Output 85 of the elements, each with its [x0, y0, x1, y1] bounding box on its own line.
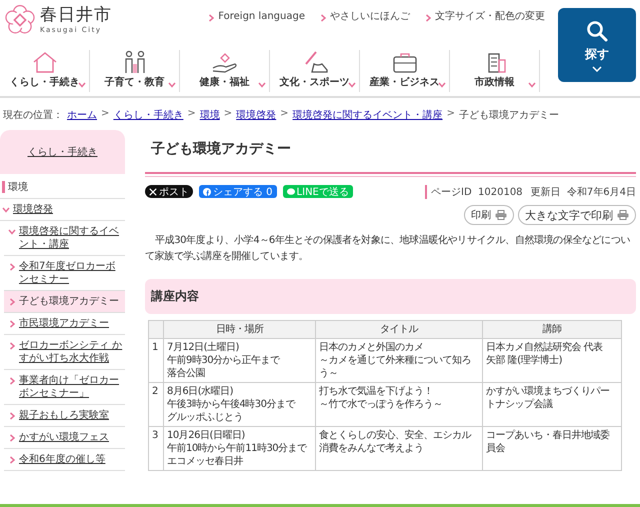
chevron-right-icon	[424, 14, 432, 22]
column-header: タイトル	[316, 320, 482, 338]
chevron-right-icon	[8, 298, 16, 306]
breadcrumb-separator: >	[187, 108, 196, 121]
table-cell: 食とくらしの安心、安全、エシカル消費をみんなで考えよう	[316, 426, 482, 470]
table-cell: かすがい環境まちづくりパートナシップ会議	[482, 382, 622, 426]
chevron-down-icon	[258, 81, 266, 89]
table-cell: 打ち水で気温を下げよう！ ～竹で水でっぽうを作ろう～	[316, 382, 482, 426]
chevron-right-icon	[8, 377, 16, 385]
page-title: 子ども環境アカデミー	[151, 140, 292, 158]
print-button[interactable]: 大きな文字で印刷	[518, 205, 636, 225]
chevron-down-icon	[8, 228, 16, 236]
chevron-down-icon	[168, 81, 176, 89]
nav-menu-item[interactable]: 健康・福祉	[180, 50, 270, 92]
utility-link[interactable]: やさしいにほんご	[319, 10, 410, 22]
chevron-right-icon	[207, 14, 216, 22]
chevron-right-icon	[8, 456, 16, 464]
nav-menu-item[interactable]: くらし・手続き	[0, 50, 90, 92]
chevron-right-icon	[8, 320, 16, 328]
sidebar-heading[interactable]: くらし・手続き	[0, 130, 125, 174]
chevron-right-icon	[8, 434, 16, 442]
section-heading: 講座内容	[145, 279, 636, 314]
facebook-logo-icon	[203, 188, 211, 196]
column-header: 講師	[482, 320, 622, 338]
chevron-right-icon	[8, 263, 16, 271]
utility-link[interactable]: 文字サイズ・配色の変更	[424, 10, 545, 22]
nav-menu-item[interactable]: 子育て・教育	[90, 50, 180, 92]
breadcrumb-separator: >	[101, 108, 110, 121]
sidebar-item[interactable]: 環境啓発	[0, 199, 125, 221]
nav-menu-item[interactable]: 文化・スポーツ	[270, 50, 360, 92]
sidebar-item[interactable]: 環境啓発に関するイベント・講座	[4, 221, 125, 256]
breadcrumb-separator: >	[280, 108, 289, 121]
nav-menu-item[interactable]: 産業・ビジネス	[360, 50, 450, 92]
table-cell: 日本のカメと外国のカメ ～カメを通じて外来種について知ろう～	[316, 338, 482, 382]
sidebar-item[interactable]: 事業者向け「ゼロカーボンセミナー」	[4, 370, 125, 405]
site-title[interactable]: 春日井市	[40, 4, 112, 26]
printer-icon	[617, 210, 629, 220]
table-cell: 日本カメ自然誌研究会 代表 矢部 隆(理学博士)	[482, 338, 622, 382]
post-button[interactable]: ポスト	[145, 185, 193, 198]
chevron-down-icon	[78, 81, 86, 89]
breadcrumb-link[interactable]: 環境	[200, 108, 220, 122]
chevron-down-icon	[592, 66, 602, 72]
printer-icon	[495, 210, 507, 220]
breadcrumb-separator: >	[446, 108, 455, 121]
nav-menu-item[interactable]: 市政情報	[450, 50, 540, 92]
chevron-down-icon	[528, 81, 536, 89]
sidebar-item[interactable]: 市民環境アカデミー	[4, 313, 125, 335]
utility-link[interactable]: Foreign language	[207, 10, 305, 22]
speech-bubble-icon	[286, 188, 295, 196]
breadcrumb-label: 現在の位置：	[3, 108, 63, 122]
row-number: 3	[148, 426, 164, 470]
breadcrumb-link[interactable]: くらし・手続き	[113, 108, 184, 122]
sidebar-item[interactable]: かすがい環境フェス	[4, 427, 125, 449]
chevron-down-icon	[2, 206, 10, 214]
column-header: 日時・場所	[164, 320, 316, 338]
print-button[interactable]: 印刷	[464, 205, 514, 225]
table-cell: 10月26日(日曜日) 午前10時から午前11時30分まで エコメッセ春日井	[164, 426, 316, 470]
row-number: 1	[148, 338, 164, 382]
share-button[interactable]: シェアする 0	[199, 185, 277, 198]
page-id: ページID 1020108	[431, 186, 523, 199]
breadcrumb-separator: >	[224, 108, 232, 121]
sidebar-item[interactable]: 令和6年度の催し等	[4, 449, 125, 471]
sidebar-item[interactable]: 子ども環境アカデミー	[4, 291, 125, 313]
chevron-down-icon	[348, 81, 356, 89]
breadcrumb-current: 子ども環境アカデミー	[458, 108, 559, 122]
breadcrumb-link[interactable]: 環境啓発に関するイベント・講座	[292, 108, 443, 122]
table-cell: コープあいち・春日井地域委員会	[482, 426, 622, 470]
chevron-right-icon	[319, 14, 327, 22]
chevron-right-icon	[8, 342, 16, 350]
search-icon	[585, 18, 609, 42]
flower-logo-icon[interactable]	[4, 4, 36, 36]
sidebar-item[interactable]: 親子おもしろ実験室	[4, 405, 125, 427]
breadcrumb-link[interactable]: 環境啓発	[236, 108, 276, 122]
chevron-down-icon	[438, 81, 446, 89]
chevron-right-icon	[8, 412, 16, 420]
sidebar-category[interactable]: 環境	[0, 177, 125, 199]
table-cell: 8月6日(水曜日) 午後3時から午後4時30分まで グルッポふじとう	[164, 382, 316, 426]
row-number: 2	[148, 382, 164, 426]
search-button[interactable]: 探す	[558, 8, 636, 82]
intro-paragraph: 平成30年度より、小学4～6年生とその保護者を対象に、地球温暖化やリサイクル、自然環境の保全などについて家族で学ぶ講座を開催しています。	[145, 234, 632, 264]
table-cell: 7月12日(土曜日) 午前9時30分から正午まで 落合公園	[164, 338, 316, 382]
x-logo-icon	[149, 188, 157, 196]
updated-date: 更新日 令和7年6月4日	[530, 186, 636, 199]
sidebar-item[interactable]: ゼロカーボンシティ かすがい打ち水大作戦	[4, 335, 125, 370]
breadcrumb-link[interactable]: ホーム	[67, 108, 97, 122]
